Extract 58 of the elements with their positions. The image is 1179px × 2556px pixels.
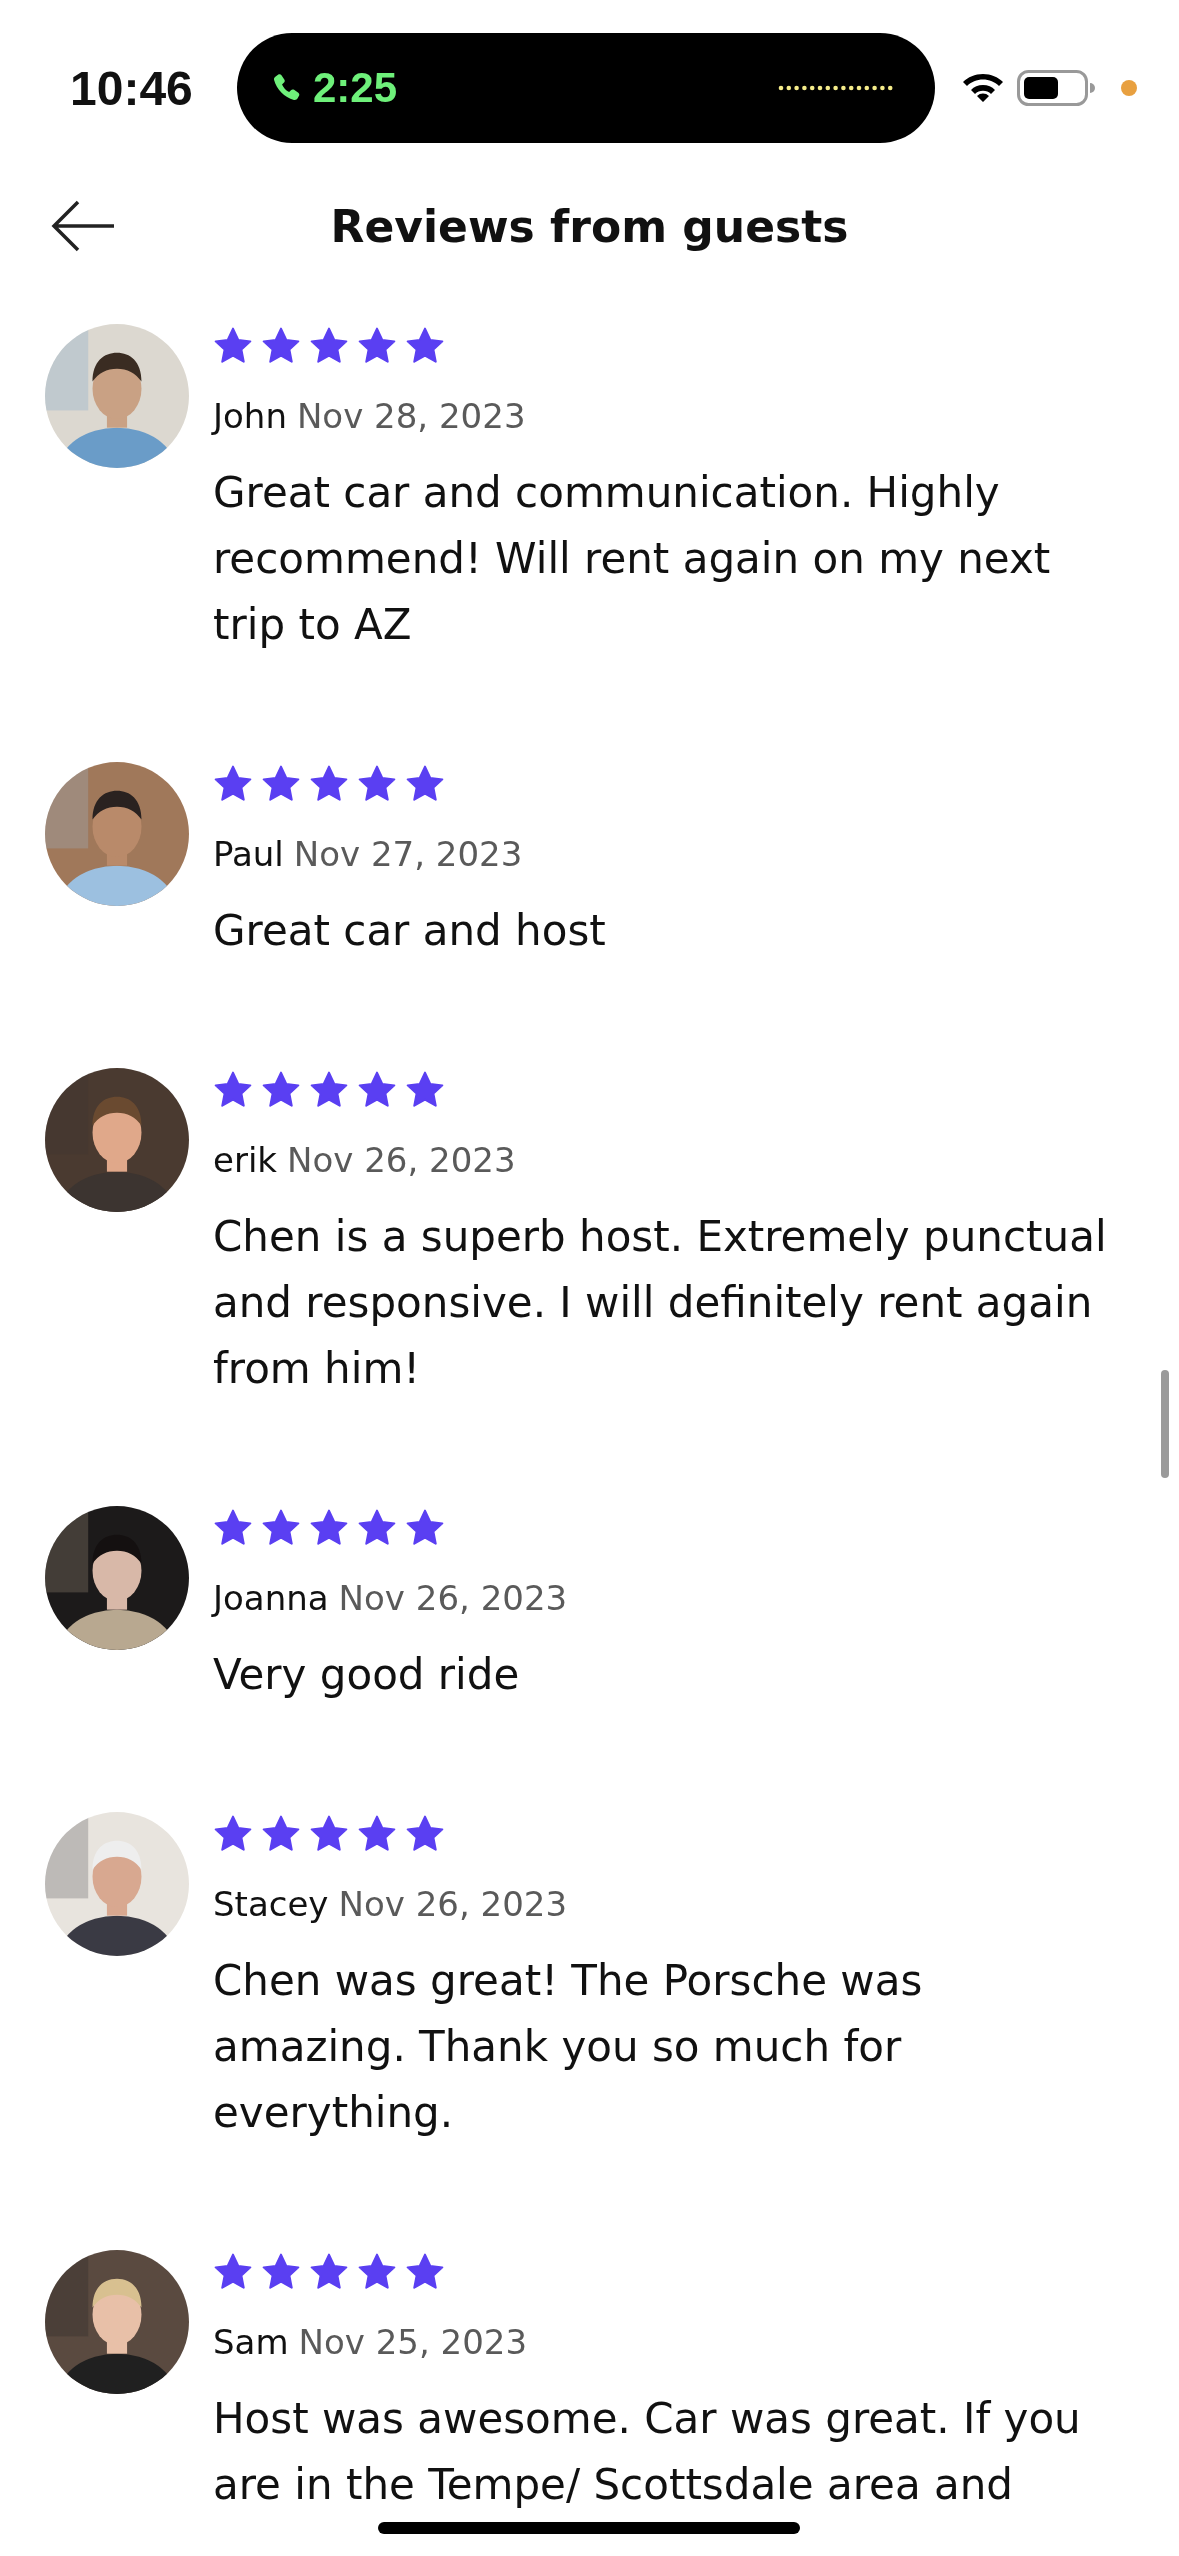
star-icon (261, 327, 301, 365)
star-icon (405, 2253, 445, 2291)
review-date: Nov 26, 2023 (338, 1578, 568, 1618)
star-icon (309, 1509, 349, 1547)
star-icon (261, 1815, 301, 1853)
reviewer-name: Sam (213, 2322, 289, 2362)
review-date: Nov 25, 2023 (298, 2322, 528, 2362)
star-icon (309, 1815, 349, 1853)
page-title: Reviews from guests (330, 200, 849, 252)
star-icon (213, 1509, 253, 1547)
wifi-icon (963, 72, 1003, 104)
star-icon (357, 327, 397, 365)
star-icon (213, 327, 253, 365)
star-icon (309, 327, 349, 365)
star-icon (213, 765, 253, 803)
scrollbar[interactable] (1161, 1370, 1169, 1478)
waveform-icon (777, 84, 895, 92)
star-icon (357, 2253, 397, 2291)
star-icon (357, 1071, 397, 1109)
star-icon (261, 765, 301, 803)
star-icon (357, 1509, 397, 1547)
star-icon (309, 1071, 349, 1109)
privacy-dot (1121, 80, 1137, 96)
review-date: Nov 27, 2023 (293, 834, 523, 874)
review-text: Great car and communication. Highly recommend! Will rent again on my next trip to AZ (213, 467, 1052, 651)
back-button[interactable] (50, 200, 116, 252)
star-icon (261, 1509, 301, 1547)
reviewer-name: Stacey (213, 1884, 329, 1924)
review-text: Very good ride (213, 1649, 521, 1701)
review-text: Great car and host (213, 905, 607, 957)
star-icon (405, 1815, 445, 1853)
star-icon (213, 1815, 253, 1853)
reviewer-name: Paul (213, 834, 284, 874)
reviewer-name: John (213, 396, 287, 436)
star-icon (261, 1071, 301, 1109)
star-icon (261, 2253, 301, 2291)
status-time: 10:46 (70, 60, 194, 116)
review-text: Chen is a superb host. Extremely punctual and responsive. I will definitely rent again from him! (213, 1211, 1108, 1395)
reviewer-name: Joanna (213, 1578, 329, 1618)
star-icon (357, 765, 397, 803)
battery-icon (1017, 69, 1095, 107)
star-icon (213, 2253, 253, 2291)
star-icon (405, 327, 445, 365)
review-date: Nov 26, 2023 (287, 1140, 516, 1180)
review-text: Host was awesome. Car was great. If you are in the Tempe/ Scottsdale area and (213, 2393, 1082, 2511)
dynamic-island[interactable]: 2:25 (237, 33, 935, 143)
star-icon (405, 1509, 445, 1547)
review-date: Nov 26, 2023 (338, 1884, 568, 1924)
star-icon (357, 1815, 397, 1853)
star-icon (213, 1071, 253, 1109)
star-icon (405, 1071, 445, 1109)
review-date: Nov 28, 2023 (296, 396, 526, 436)
call-timer: 2:25 (313, 64, 398, 112)
star-icon (405, 765, 445, 803)
star-icon (309, 765, 349, 803)
reviewer-name: erik (213, 1140, 278, 1180)
review-text: Chen was great! The Porsche was amazing. Thank you so much for everything. (213, 1955, 924, 2139)
star-icon (309, 2253, 349, 2291)
